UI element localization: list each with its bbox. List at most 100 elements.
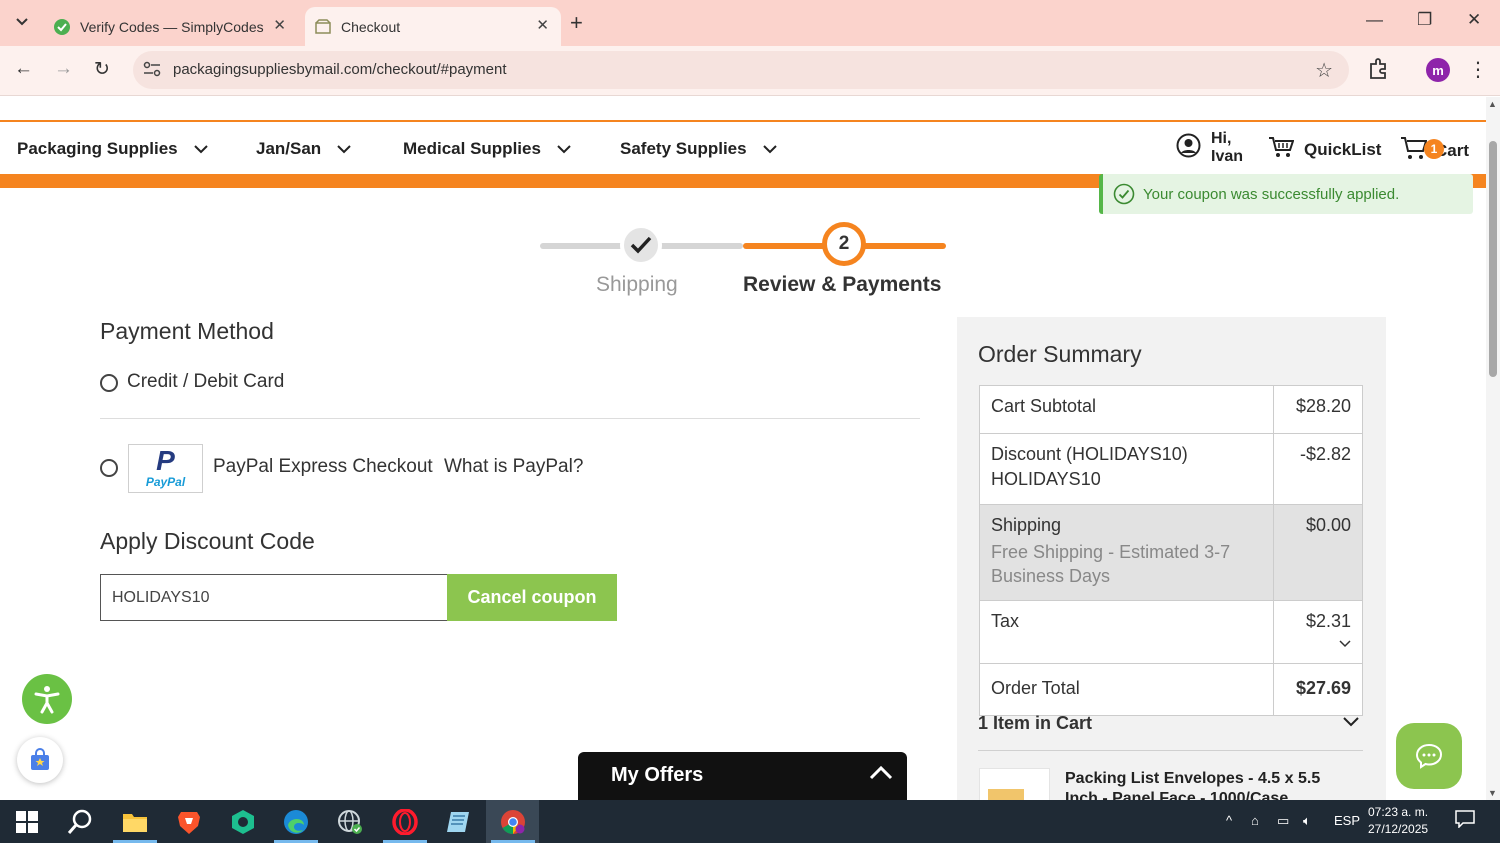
order-total-value: $27.69 (1273, 663, 1363, 716)
discount-label: Discount (HOLIDAYS10) (991, 444, 1188, 464)
subtotal-label: Cart Subtotal (979, 385, 1274, 434)
extensions-icon[interactable] (1367, 58, 1389, 85)
discount-value: -$2.82 (1273, 433, 1363, 505)
close-icon[interactable]: ✕ (536, 16, 549, 34)
chevron-up-icon[interactable] (869, 765, 893, 785)
cart-count-badge: 1 (1424, 139, 1444, 159)
items-in-cart-toggle[interactable]: 1 Item in Cart (978, 713, 1363, 751)
account-menu[interactable]: Hi, Ivan (1176, 130, 1243, 166)
payment-method-heading: Payment Method (100, 318, 274, 344)
radio-paypal[interactable] (100, 459, 118, 477)
product-thumbnail[interactable] (979, 768, 1050, 800)
clock-date: 27/12/2025 (1368, 822, 1429, 836)
shipping-value: $0.00 (1273, 504, 1363, 601)
chrome-browser-icon[interactable] (499, 808, 527, 836)
paypal-label[interactable]: PayPal Express Checkout (213, 456, 433, 478)
coupon-success-toast: Your coupon was successfully applied. (1099, 174, 1473, 214)
app-green-icon[interactable] (229, 808, 257, 836)
user-circle-icon (1176, 133, 1201, 163)
quicklist-cart-icon (1268, 136, 1295, 163)
volume-icon[interactable]: 🔈︎ (1303, 813, 1311, 829)
main-navigation: Packaging Supplies Jan/San Medical Suppl… (0, 122, 1486, 174)
new-tab-button[interactable]: + (570, 10, 583, 36)
tax-row[interactable]: Tax $2.31 (979, 600, 1363, 664)
chevron-down-icon (557, 142, 571, 157)
shopping-extension-button[interactable] (17, 737, 63, 783)
chat-bubble-icon (1415, 743, 1443, 769)
step-shipping-label[interactable]: Shipping (596, 273, 678, 297)
browser-menu-icon[interactable]: ⋮ (1468, 57, 1488, 82)
scroll-down-arrow-icon[interactable]: ▼ (1488, 788, 1497, 798)
step-review-circle: 2 (822, 222, 866, 266)
what-is-paypal-link[interactable]: What is PayPal? (444, 456, 583, 478)
credit-card-label[interactable]: Credit / Debit Card (127, 371, 284, 393)
totals-table: Cart Subtotal $28.20 Discount (HOLIDAYS1… (979, 385, 1363, 716)
profile-avatar[interactable]: m (1426, 58, 1450, 82)
site-info-icon[interactable] (143, 61, 161, 82)
url-text: packagingsuppliesbymail.com/checkout/#pa… (173, 61, 507, 78)
chat-button[interactable] (1396, 723, 1462, 789)
search-icon[interactable] (66, 808, 94, 836)
my-offers-title: My Offers (611, 764, 704, 786)
forward-icon[interactable]: → (54, 58, 73, 80)
discount-code-text: HOLIDAYS10 (991, 469, 1101, 489)
user-name: Ivan (1211, 148, 1244, 165)
notifications-icon[interactable] (1455, 810, 1475, 831)
simplycodes-favicon-icon (54, 18, 70, 35)
nav-safety-supplies[interactable]: Safety Supplies (620, 139, 777, 159)
restore-icon[interactable]: ❐ (1417, 10, 1432, 30)
back-icon[interactable]: ← (14, 58, 33, 80)
brave-browser-icon[interactable] (175, 808, 203, 836)
chevron-down-icon (16, 18, 28, 26)
nav-label: Jan/San (256, 139, 322, 158)
step-shipping-circle[interactable] (620, 224, 662, 266)
scroll-up-arrow-icon[interactable]: ▲ (1488, 99, 1497, 109)
accessibility-button[interactable] (22, 674, 72, 724)
window-close-icon[interactable]: ✕ (1467, 10, 1481, 30)
check-circle-icon (1113, 183, 1135, 205)
pen-tray-icon[interactable]: ⌂ (1251, 813, 1259, 828)
tab-simplycodes[interactable]: Verify Codes — SimplyCodes ✕ (42, 7, 298, 46)
cancel-coupon-button[interactable]: Cancel coupon (447, 574, 617, 621)
accessibility-icon (34, 686, 60, 714)
discount-code-input[interactable] (100, 574, 448, 621)
edge-browser-icon[interactable] (282, 808, 310, 836)
nav-medical-supplies[interactable]: Medical Supplies (403, 139, 571, 159)
notes-app-icon[interactable] (444, 808, 472, 836)
quicklist-link[interactable]: QuickList (1268, 136, 1381, 163)
vpn-globe-icon[interactable] (336, 808, 364, 836)
my-offers-panel[interactable]: My Offers (578, 752, 907, 800)
tab-search-button[interactable] (8, 8, 36, 36)
shipping-detail: Free Shipping - Estimated 3-7 Business D… (991, 542, 1231, 586)
windows-start-icon[interactable] (13, 808, 41, 836)
opera-browser-icon[interactable] (391, 808, 419, 836)
page-scrollbar[interactable]: ▲ ▼ (1486, 97, 1500, 800)
product-name[interactable]: Packing List Envelopes - 4.5 x 5.5 Inch … (1065, 769, 1355, 800)
minimize-icon[interactable]: — (1366, 10, 1383, 30)
chevron-down-icon (193, 142, 208, 157)
tax-label: Tax (979, 600, 1274, 664)
browser-toolbar: ← → ↻ packagingsuppliesbymail.com/checko… (0, 46, 1500, 96)
language-indicator[interactable]: ESP (1334, 813, 1360, 828)
show-hidden-icons-icon[interactable]: ^ (1226, 813, 1232, 828)
network-icon[interactable]: ▭ (1277, 813, 1289, 829)
address-bar[interactable]: packagingsuppliesbymail.com/checkout/#pa… (133, 51, 1349, 89)
system-clock[interactable]: 07:23 a. m. 27/12/2025 (1368, 804, 1428, 838)
chevron-down-icon (1343, 711, 1359, 732)
radio-credit-card[interactable] (100, 374, 118, 392)
nav-label: Medical Supplies (403, 139, 541, 158)
scrollbar-thumb[interactable] (1489, 141, 1497, 377)
checkmark-icon (630, 236, 652, 254)
chevron-down-icon (762, 142, 777, 157)
order-total-label: Order Total (979, 663, 1274, 716)
file-explorer-icon[interactable] (121, 808, 149, 836)
windows-taskbar: ^ ⌂ ▭ 🔈︎ ESP 07:23 a. m. 27/12/2025 (0, 800, 1500, 843)
nav-packaging-supplies[interactable]: Packaging Supplies (17, 139, 208, 159)
tab-checkout[interactable]: Checkout ✕ (305, 7, 561, 46)
chevron-down-icon (337, 142, 351, 157)
bookmark-star-icon[interactable]: ☆ (1315, 58, 1333, 83)
nav-jan-san[interactable]: Jan/San (256, 139, 351, 159)
reload-icon[interactable]: ↻ (94, 58, 110, 81)
box-favicon-icon (315, 18, 331, 35)
close-icon[interactable]: ✕ (273, 16, 286, 34)
